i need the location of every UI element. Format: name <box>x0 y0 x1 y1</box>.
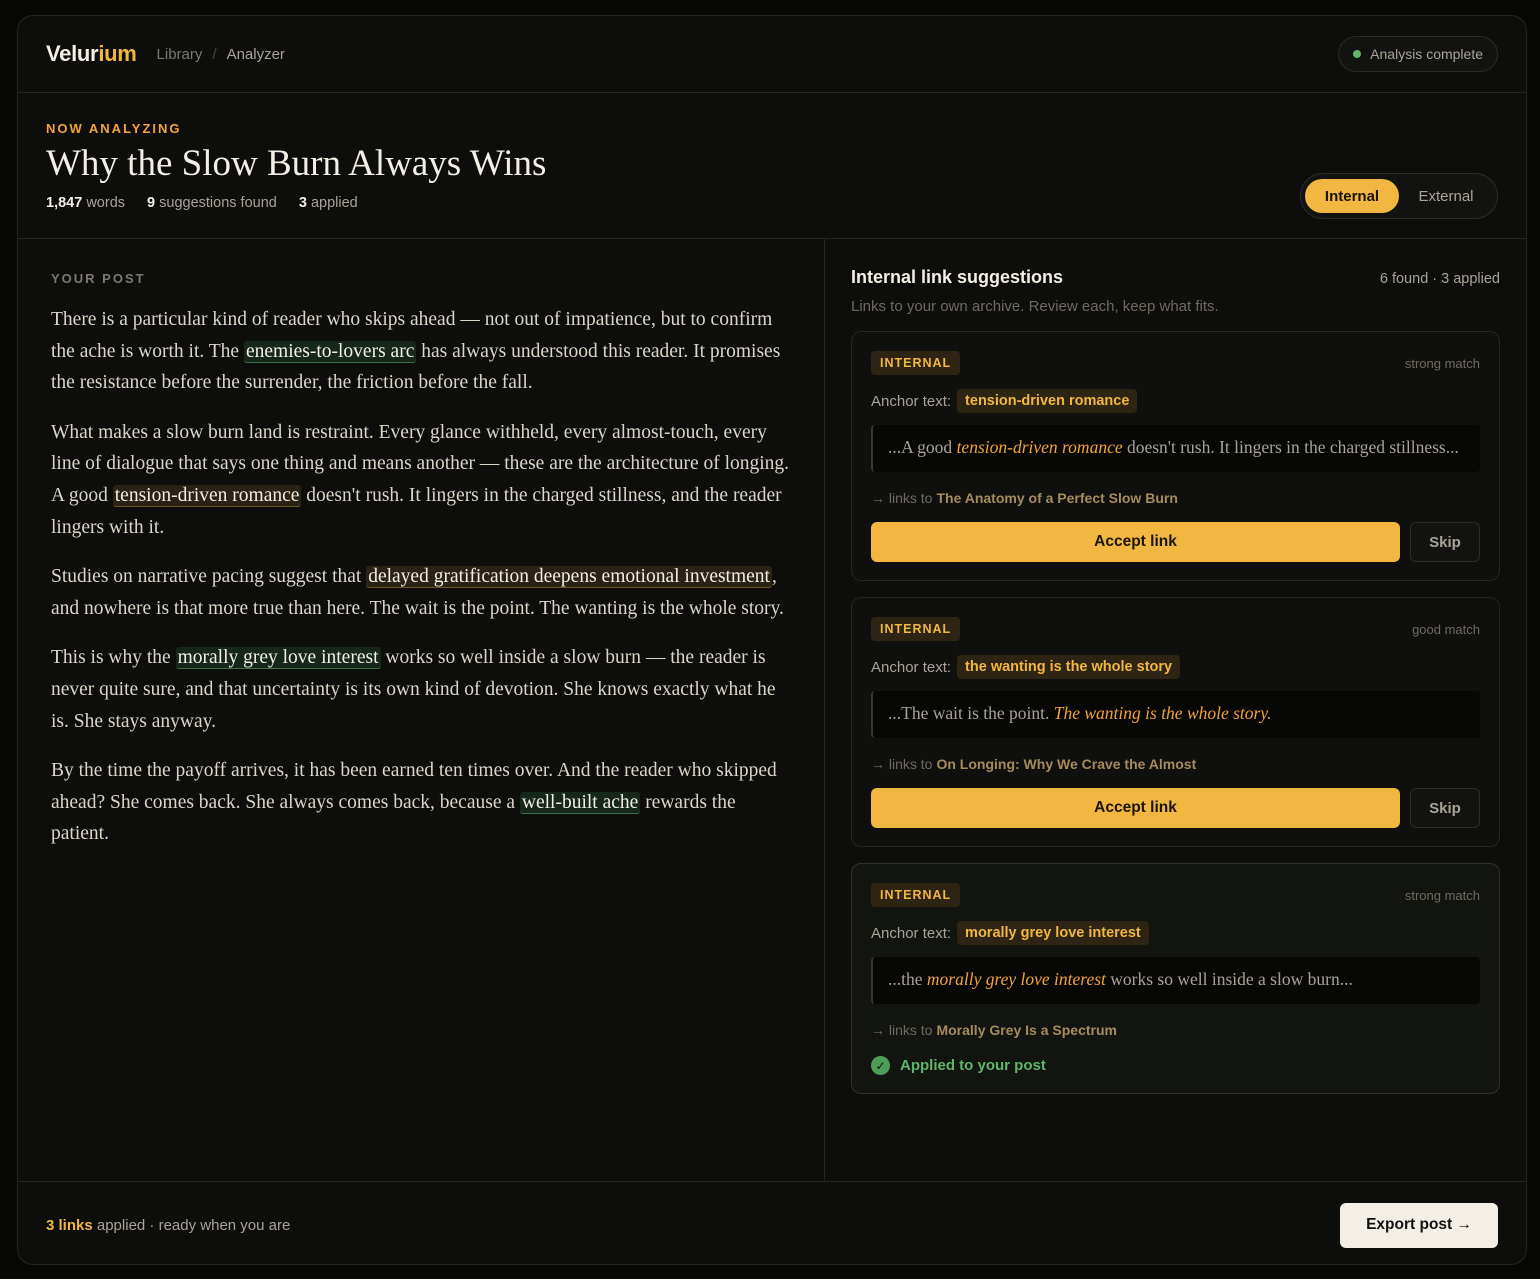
anchor-label: Anchor text: <box>871 924 952 942</box>
link-type-badge: INTERNAL <box>871 617 961 641</box>
match-strength: strong match <box>1404 356 1480 371</box>
breadcrumb: Library / Analyzer <box>157 46 285 63</box>
link-target-title[interactable]: Morally Grey Is a Spectrum <box>936 1022 1117 1038</box>
accept-link-button[interactable]: Accept link <box>871 788 1400 828</box>
export-post-button[interactable]: Export post → <box>1340 1202 1498 1248</box>
app-window: Velurium Library / Analyzer Analysis com… <box>17 15 1527 1265</box>
suggestion-card: INTERNAL strong match Anchor text: tensi… <box>851 331 1500 581</box>
post-body: There is a particular kind of reader who… <box>51 304 791 850</box>
context-quote: ...the morally grey love interest works … <box>871 957 1480 1004</box>
link-type-toggle: Internal External <box>1300 173 1498 219</box>
context-quote: ...A good tension-driven romance doesn't… <box>871 425 1480 472</box>
post-paragraph: What makes a slow burn land is restraint… <box>51 421 790 538</box>
word-count: 1,847 words <box>46 195 126 211</box>
link-target: → links to Morally Grey Is a Spectrum <box>871 1022 1117 1038</box>
highlight-applied[interactable]: morally grey love interest <box>175 647 381 670</box>
suggestions-panel: Internal link suggestions 6 found · 3 ap… <box>825 239 1526 1181</box>
post-paragraph: This is why the morally grey love intere… <box>51 647 776 732</box>
post-column: YOUR POST There is a particular kind of … <box>18 239 825 1181</box>
highlight-suggestion[interactable]: tension-driven romance <box>112 484 302 507</box>
skip-button[interactable]: Skip <box>1410 522 1480 562</box>
panel-subtitle: Links to your own archive. Review each, … <box>851 298 1219 315</box>
footer-bar: 3 links applied · ready when you are Exp… <box>18 1182 1526 1264</box>
breadcrumb-current: Analyzer <box>226 45 285 63</box>
link-target: → links to The Anatomy of a Perfect Slow … <box>871 490 1178 506</box>
post-label: YOUR POST <box>51 271 146 286</box>
applied-count: 3 applied <box>298 195 358 211</box>
link-type-badge: INTERNAL <box>871 351 961 375</box>
status-badge: Analysis complete <box>1338 36 1498 72</box>
highlight-applied[interactable]: enemies-to-lovers arc <box>243 340 417 363</box>
anchor-label: Anchor text: <box>871 658 952 676</box>
toggle-internal[interactable]: Internal <box>1305 179 1399 213</box>
anchor-label: Anchor text: <box>871 392 952 410</box>
status-dot-icon <box>1353 50 1362 58</box>
panel-title: Internal link suggestions <box>851 267 1064 287</box>
check-icon: ✓ <box>871 1056 890 1075</box>
post-stats: 1,847 words 9 suggestions found 3 applie… <box>46 195 1498 211</box>
accept-link-button[interactable]: Accept link <box>871 522 1400 562</box>
context-quote: ...The wait is the point. The wanting is… <box>871 691 1480 738</box>
link-type-badge: INTERNAL <box>871 883 961 907</box>
match-strength: strong match <box>1404 888 1480 903</box>
applied-status: ✓ Applied to your post <box>871 1056 1480 1075</box>
logo[interactable]: Velurium <box>46 41 137 67</box>
suggestion-count: 9 suggestions found <box>147 195 277 211</box>
suggestion-card-applied: INTERNAL strong match Anchor text: moral… <box>851 863 1500 1094</box>
anchor-chip: tension-driven romance <box>957 389 1138 413</box>
top-nav: Velurium Library / Analyzer Analysis com… <box>18 16 1526 93</box>
highlight-suggestion[interactable]: delayed gratification deepens emotional … <box>366 566 772 589</box>
page-title: Why the Slow Burn Always Wins <box>46 143 547 184</box>
eyebrow: NOW ANALYZING <box>46 121 182 136</box>
skip-button[interactable]: Skip <box>1410 788 1480 828</box>
anchor-chip: the wanting is the whole story <box>957 655 1181 679</box>
link-target-title[interactable]: The Anatomy of a Perfect Slow Burn <box>936 490 1177 506</box>
highlight-applied[interactable]: well-built ache <box>519 791 641 814</box>
breadcrumb-library[interactable]: Library <box>157 46 203 63</box>
match-strength: good match <box>1412 622 1480 637</box>
main-content: YOUR POST There is a particular kind of … <box>18 239 1526 1182</box>
link-target-title[interactable]: On Longing: Why We Crave the Almost <box>936 756 1196 772</box>
link-target: → links to On Longing: Why We Crave the A… <box>871 756 1197 772</box>
breadcrumb-separator: / <box>212 45 217 63</box>
suggestion-card: INTERNAL good match Anchor text: the wan… <box>851 597 1500 847</box>
post-paragraph: There is a particular kind of reader who… <box>51 309 781 394</box>
analysis-header: NOW ANALYZING Why the Slow Burn Always W… <box>18 93 1526 239</box>
footer-status: 3 links applied · ready when you are <box>46 1216 291 1234</box>
post-paragraph: Studies on narrative pacing suggest that… <box>51 566 784 619</box>
anchor-chip: morally grey love interest <box>957 921 1149 945</box>
applied-label: Applied to your post <box>900 1057 1046 1074</box>
panel-count: 6 found · 3 applied <box>1379 271 1500 287</box>
post-paragraph: By the time the payoff arrives, it has b… <box>51 760 777 845</box>
status-label: Analysis complete <box>1370 46 1483 62</box>
toggle-external[interactable]: External <box>1399 179 1493 213</box>
